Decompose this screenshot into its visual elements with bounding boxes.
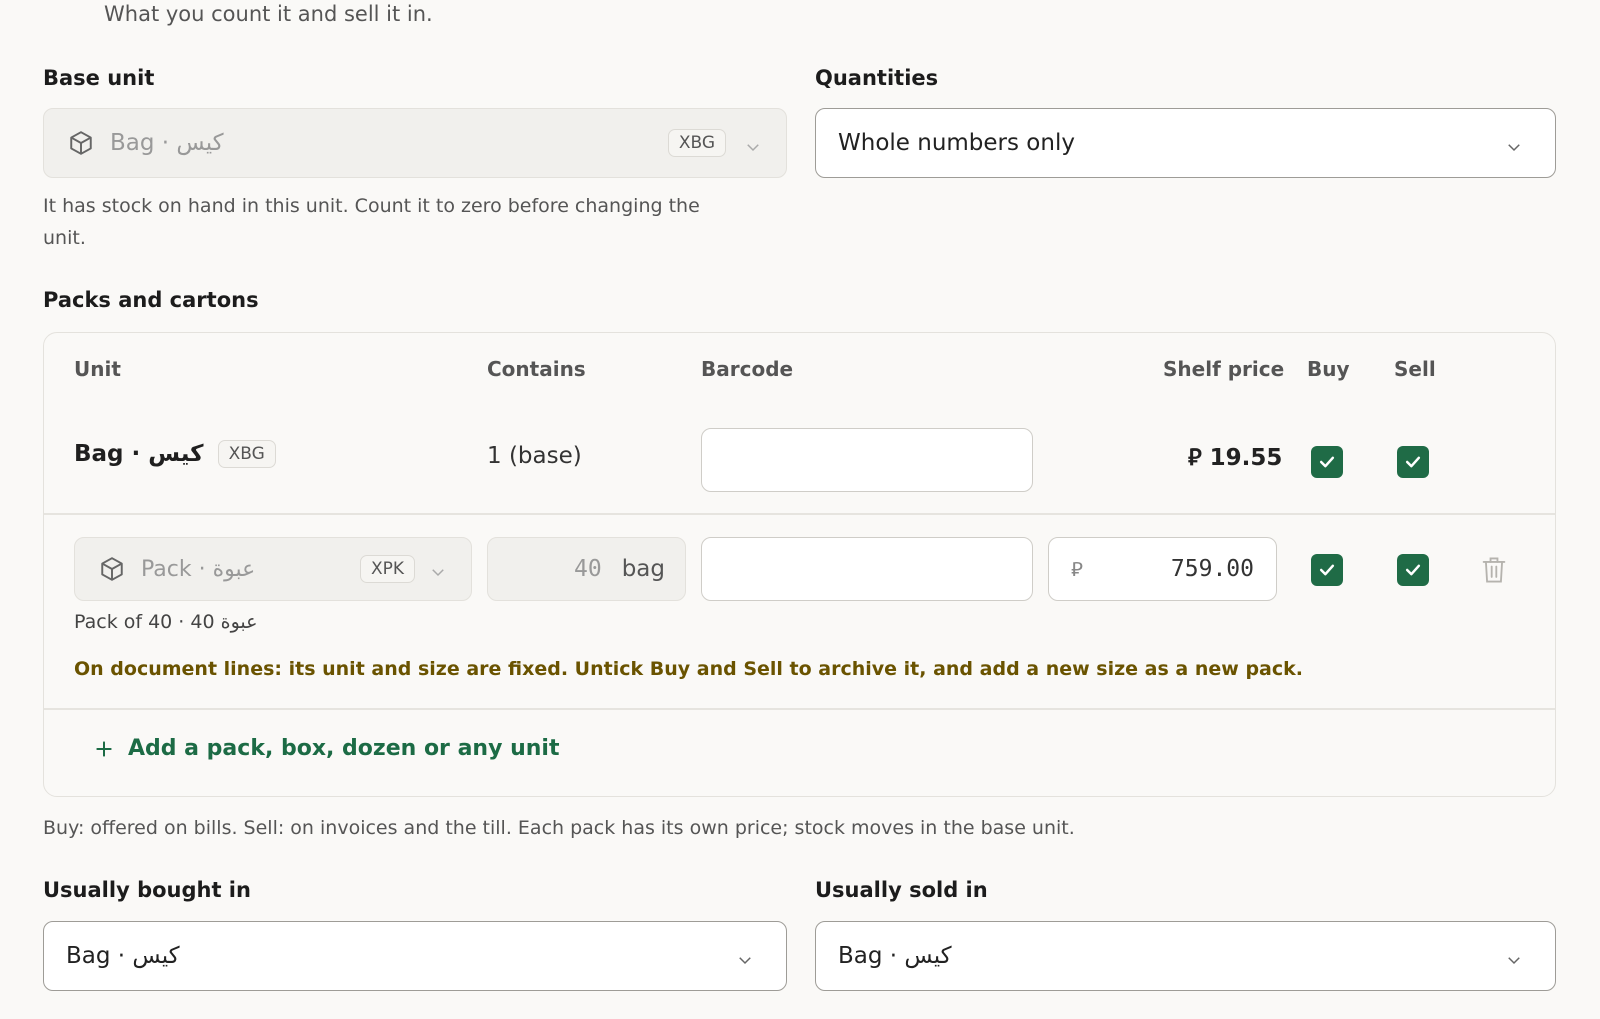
base-row-code-badge: XBG [217, 440, 276, 468]
column-header-shelf-price: Shelf price [1163, 357, 1285, 381]
box-icon [68, 130, 94, 156]
pack-row-caption: Pack of 40 · 40 عبوة [74, 611, 258, 633]
check-icon [1405, 456, 1421, 468]
usually-bought-value: Bag · كيس [66, 943, 180, 969]
section-subtitle: What you count it and sell it in. [104, 2, 433, 26]
base-unit-code-badge: XBG [667, 129, 726, 157]
pack-row-warning: On document lines: its unit and size are… [74, 658, 1303, 680]
base-row-unit: Bag · كيس [74, 441, 204, 467]
pack-row-price-value: 759.00 [1170, 556, 1254, 582]
pack-row-contains-qty: 40 [574, 556, 602, 582]
base-unit-select[interactable]: Bag · كيس XBG [43, 108, 787, 178]
pack-row-barcode-input[interactable] [701, 537, 1033, 601]
usually-sold-select[interactable]: Bag · كيس [815, 921, 1556, 991]
base-row-contains: 1 (base) [487, 443, 582, 469]
check-icon [1319, 564, 1335, 576]
base-unit-value: Bag · كيس [110, 130, 224, 156]
packs-footnote: Buy: offered on bills. Sell: on invoices… [43, 817, 1075, 839]
pack-row-contains-input[interactable]: 40 bag [487, 537, 686, 601]
check-icon [1405, 564, 1421, 576]
box-icon [99, 556, 125, 582]
base-unit-label: Base unit [43, 66, 155, 90]
quantities-value: Whole numbers only [838, 130, 1075, 156]
column-header-sell: Sell [1394, 357, 1436, 381]
base-row-shelf-price: ⃁ 19.55 [1188, 445, 1283, 471]
packs-heading: Packs and cartons [43, 288, 259, 312]
pack-row-unit-select[interactable]: Pack · عبوة XPK [74, 537, 472, 601]
trash-icon[interactable] [1480, 555, 1508, 589]
check-icon [1319, 456, 1335, 468]
chevron-down-icon [1505, 949, 1520, 965]
plus-icon [94, 739, 114, 759]
base-row-barcode-input[interactable] [701, 428, 1033, 492]
usually-sold-value: Bag · كيس [838, 943, 952, 969]
pack-row-unit-value: Pack · عبوة [141, 556, 256, 582]
column-header-contains: Contains [487, 357, 586, 381]
chevron-down-icon [1505, 136, 1520, 152]
chevron-down-icon [744, 136, 759, 152]
quantities-label: Quantities [815, 66, 939, 90]
quantities-select[interactable]: Whole numbers only [815, 108, 1556, 178]
base-row-sell-checkbox[interactable] [1397, 446, 1429, 478]
row-divider [44, 513, 1555, 515]
pack-row-code-badge: XPK [359, 555, 415, 583]
column-header-unit: Unit [74, 357, 121, 381]
pack-row-contains-unit: bag [621, 556, 665, 582]
column-header-barcode: Barcode [701, 357, 794, 381]
chevron-down-icon [429, 562, 444, 577]
base-row-buy-checkbox[interactable] [1311, 446, 1343, 478]
add-pack-button[interactable]: Add a pack, box, dozen or any unit [94, 736, 559, 761]
table-row-base-unit: Bag · كيس XBG [74, 440, 276, 468]
row-divider [44, 708, 1555, 710]
pack-row-buy-checkbox[interactable] [1311, 554, 1343, 586]
column-header-buy: Buy [1307, 357, 1350, 381]
usually-bought-label: Usually bought in [43, 878, 251, 902]
pack-row-price-input[interactable]: ⃁ 759.00 [1048, 537, 1277, 601]
base-unit-help: It has stock on hand in this unit. Count… [43, 195, 700, 249]
currency-icon: ⃁ [1071, 557, 1083, 581]
add-pack-label: Add a pack, box, dozen or any unit [128, 736, 560, 761]
usually-sold-label: Usually sold in [815, 878, 988, 902]
pack-row-sell-checkbox[interactable] [1397, 554, 1429, 586]
chevron-down-icon [736, 949, 751, 965]
usually-bought-select[interactable]: Bag · كيس [43, 921, 787, 991]
